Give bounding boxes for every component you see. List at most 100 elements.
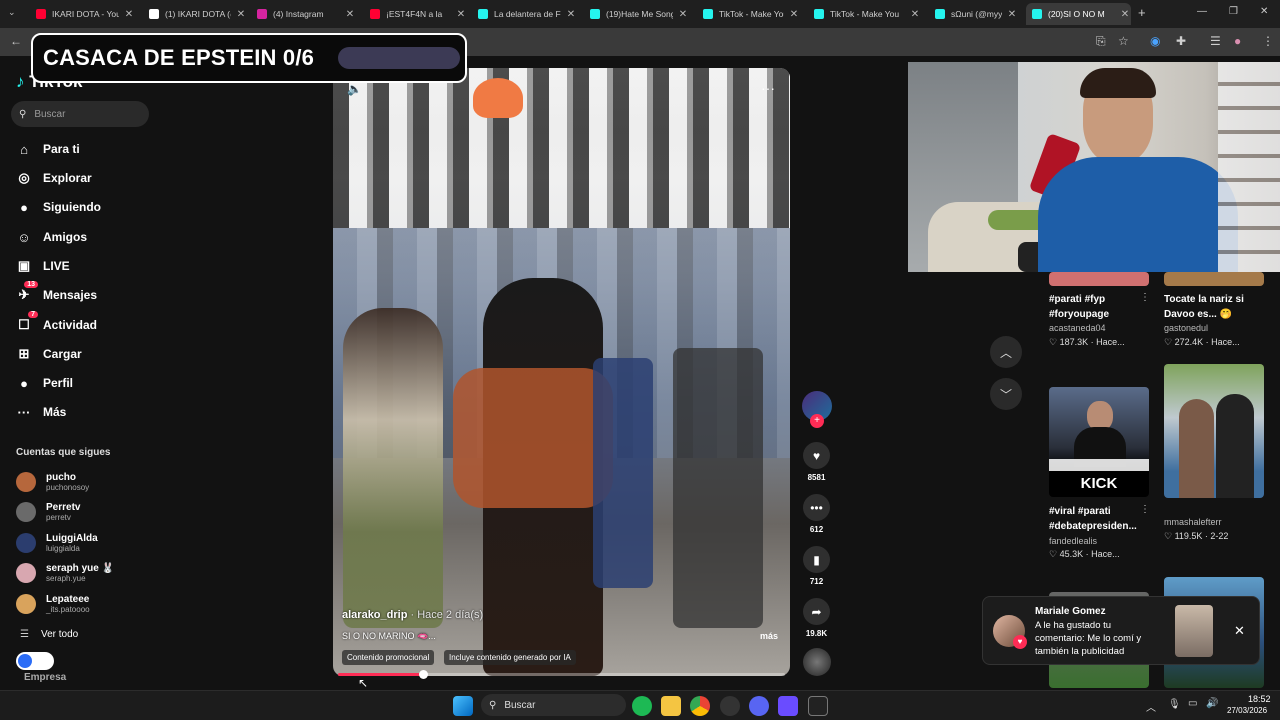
clock-time[interactable]: 18:52 <box>1248 694 1271 704</box>
clock-date[interactable]: 27/03/2026 <box>1227 706 1267 715</box>
share-icon[interactable]: ➦ <box>803 598 830 625</box>
volume-icon[interactable]: 🔈 <box>347 82 362 96</box>
video-author[interactable]: alarako_drip · Hace 2 día(s) <box>342 609 483 621</box>
followed-account[interactable]: seraph yue 🐰 seraph.yue <box>16 559 114 587</box>
sidebar-item[interactable]: ☺ Amigos <box>15 227 87 247</box>
card-menu-icon[interactable]: ⋮ <box>1140 504 1150 515</box>
epic-games-icon[interactable] <box>808 696 828 716</box>
video-progress-bar[interactable] <box>338 670 785 679</box>
puzzle-icon[interactable]: ✚ <box>1176 34 1186 48</box>
video-action[interactable]: ••• 612 <box>803 494 830 534</box>
tab-search-icon[interactable]: ☰ <box>1210 34 1221 48</box>
tab-close-icon[interactable]: ✕ <box>455 9 467 20</box>
video-author[interactable]: gastonedul <box>1164 323 1208 333</box>
browser-tab[interactable]: (4) Instagram ✕ <box>251 3 356 25</box>
windows-start-icon[interactable] <box>453 696 473 716</box>
grid-thumb-4[interactable] <box>1164 364 1264 498</box>
video-title[interactable]: #debatepresiden... <box>1049 519 1137 534</box>
back-arrow-icon[interactable]: ← <box>10 34 22 48</box>
see-all-link[interactable]: ☰ Ver todo <box>20 629 78 640</box>
browser-tab[interactable]: TikTok - Make You ✕ <box>808 3 921 25</box>
video-title[interactable]: Tocate la nariz si <box>1164 292 1244 307</box>
video-title[interactable]: Davoo es... 🤭 <box>1164 307 1232 322</box>
video-author[interactable]: fandedlealis <box>1049 536 1097 546</box>
spotify-icon[interactable] <box>632 696 652 716</box>
apps-grid-icon[interactable] <box>778 696 798 716</box>
grid-thumb-3[interactable]: KICK <box>1049 387 1149 497</box>
tab-close-icon[interactable]: ✕ <box>1006 9 1018 20</box>
new-tab-button[interactable]: + <box>1138 5 1146 20</box>
sidebar-item[interactable]: ▣ LIVE <box>15 256 70 276</box>
video-title[interactable]: #foryoupage <box>1049 307 1109 322</box>
followed-account[interactable]: pucho puchonosoy <box>16 468 89 496</box>
tab-close-icon[interactable]: ✕ <box>344 9 356 20</box>
sidebar-item[interactable]: ··· Más <box>15 402 67 422</box>
previous-video-button[interactable]: ︿ <box>990 336 1022 368</box>
file-explorer-icon[interactable] <box>661 696 681 716</box>
taskbar-search[interactable]: ⚲ Buscar <box>481 694 626 716</box>
browser-tab[interactable]: TikTok - Make You ✕ <box>697 3 800 25</box>
tab-close-icon[interactable]: ✕ <box>235 9 247 20</box>
like-heart-icon[interactable]: ♥ <box>803 442 830 469</box>
grid-thumb-2-top[interactable] <box>1164 272 1264 286</box>
extension-icon[interactable]: ◉ <box>1150 34 1160 48</box>
sound-disc-icon[interactable] <box>803 648 831 676</box>
video-title[interactable]: #parati #fyp <box>1049 292 1105 307</box>
card-menu-icon[interactable]: ⋮ <box>1140 292 1150 303</box>
bookmark-icon[interactable]: ▮ <box>803 546 830 573</box>
menu-kebab-icon[interactable]: ⋮ <box>1262 34 1274 48</box>
bookmark-star-icon[interactable]: ☆ <box>1118 34 1129 48</box>
restore-button[interactable]: ❐ <box>1229 6 1238 17</box>
notification-close-icon[interactable]: ✕ <box>1234 623 1245 639</box>
video-options-icon[interactable]: ··· <box>761 80 775 96</box>
close-window-button[interactable]: ✕ <box>1260 6 1268 17</box>
sidebar-item[interactable]: ✈ 13 Mensajes <box>15 281 97 305</box>
discord-icon[interactable] <box>749 696 769 716</box>
browser-tab[interactable]: (1) IKARI DOTA (@ ✕ <box>143 3 247 25</box>
sidebar-item[interactable]: ☐ 7 Actividad <box>15 311 97 335</box>
search-input[interactable]: ⚲ Buscar <box>11 101 149 127</box>
video-action[interactable]: ▮ 712 <box>803 546 830 586</box>
tab-close-icon[interactable]: ✕ <box>788 9 800 20</box>
tab-close-icon[interactable]: ✕ <box>1119 9 1131 20</box>
video-author[interactable]: acastaneda04 <box>1049 323 1106 333</box>
video-action[interactable]: ➦ 19.8K <box>803 598 830 638</box>
followed-account[interactable]: Lepateee _its.patoooo <box>16 590 90 618</box>
tray-chevron-icon[interactable]: ︿ <box>1146 699 1156 714</box>
speaker-icon[interactable]: 🔊 <box>1206 698 1218 709</box>
sidebar-item[interactable]: ◎ Explorar <box>15 168 91 188</box>
profile-icon[interactable]: ● <box>1234 34 1241 48</box>
chrome-icon[interactable] <box>690 696 710 716</box>
browser-tab[interactable]: sΩuni (@myyellow ✕ <box>929 3 1018 25</box>
tab-close-icon[interactable]: ✕ <box>565 9 577 20</box>
browser-tab[interactable]: ¡EST4F4N a la ✕ <box>364 3 467 25</box>
minimize-button[interactable]: — <box>1197 6 1207 17</box>
caption-more-button[interactable]: más <box>760 631 778 641</box>
progress-knob[interactable] <box>418 670 428 679</box>
tab-close-icon[interactable]: ✕ <box>909 9 921 20</box>
microphone-icon[interactable]: 🎙 <box>1168 699 1181 710</box>
video-title[interactable]: #viral #parati <box>1049 504 1111 519</box>
sidebar-item[interactable]: ⌂ Para ti <box>15 139 80 159</box>
video-author[interactable]: mmashalefterr <box>1164 517 1222 527</box>
video-action[interactable]: ♥ 8581 <box>803 442 830 482</box>
like-notification-toast[interactable]: ♥ Mariale Gomez A le ha gustado tu comen… <box>982 596 1260 665</box>
next-video-button[interactable]: ﹀ <box>990 378 1022 410</box>
tab-close-icon[interactable]: ✕ <box>677 9 689 20</box>
sidebar-item[interactable]: ● Siguiendo <box>15 197 101 217</box>
grid-thumb-1-top[interactable] <box>1049 272 1149 286</box>
app-icon[interactable] <box>720 696 740 716</box>
browser-tab[interactable]: (19)Hate Me Song ✕ <box>584 3 689 25</box>
network-icon[interactable]: ▭ <box>1188 698 1197 709</box>
sidebar-item[interactable]: ⊞ Cargar <box>15 344 82 364</box>
video-username[interactable]: alarako_drip <box>342 609 407 621</box>
business-link[interactable]: Empresa <box>24 672 66 683</box>
theme-toggle[interactable] <box>16 652 54 670</box>
browser-tab[interactable]: IKARI DOTA - You ✕ <box>30 3 135 25</box>
comment-icon[interactable]: ••• <box>803 494 830 521</box>
followed-account[interactable]: LuiggiAlda luiggialda <box>16 529 98 557</box>
tab-close-icon[interactable]: ✕ <box>123 9 135 20</box>
browser-tab[interactable]: La delantera de F ✕ <box>472 3 577 25</box>
follow-plus-icon[interactable]: + <box>810 414 824 428</box>
browser-tab[interactable]: (20)SI O NO M ✕ <box>1026 3 1131 25</box>
